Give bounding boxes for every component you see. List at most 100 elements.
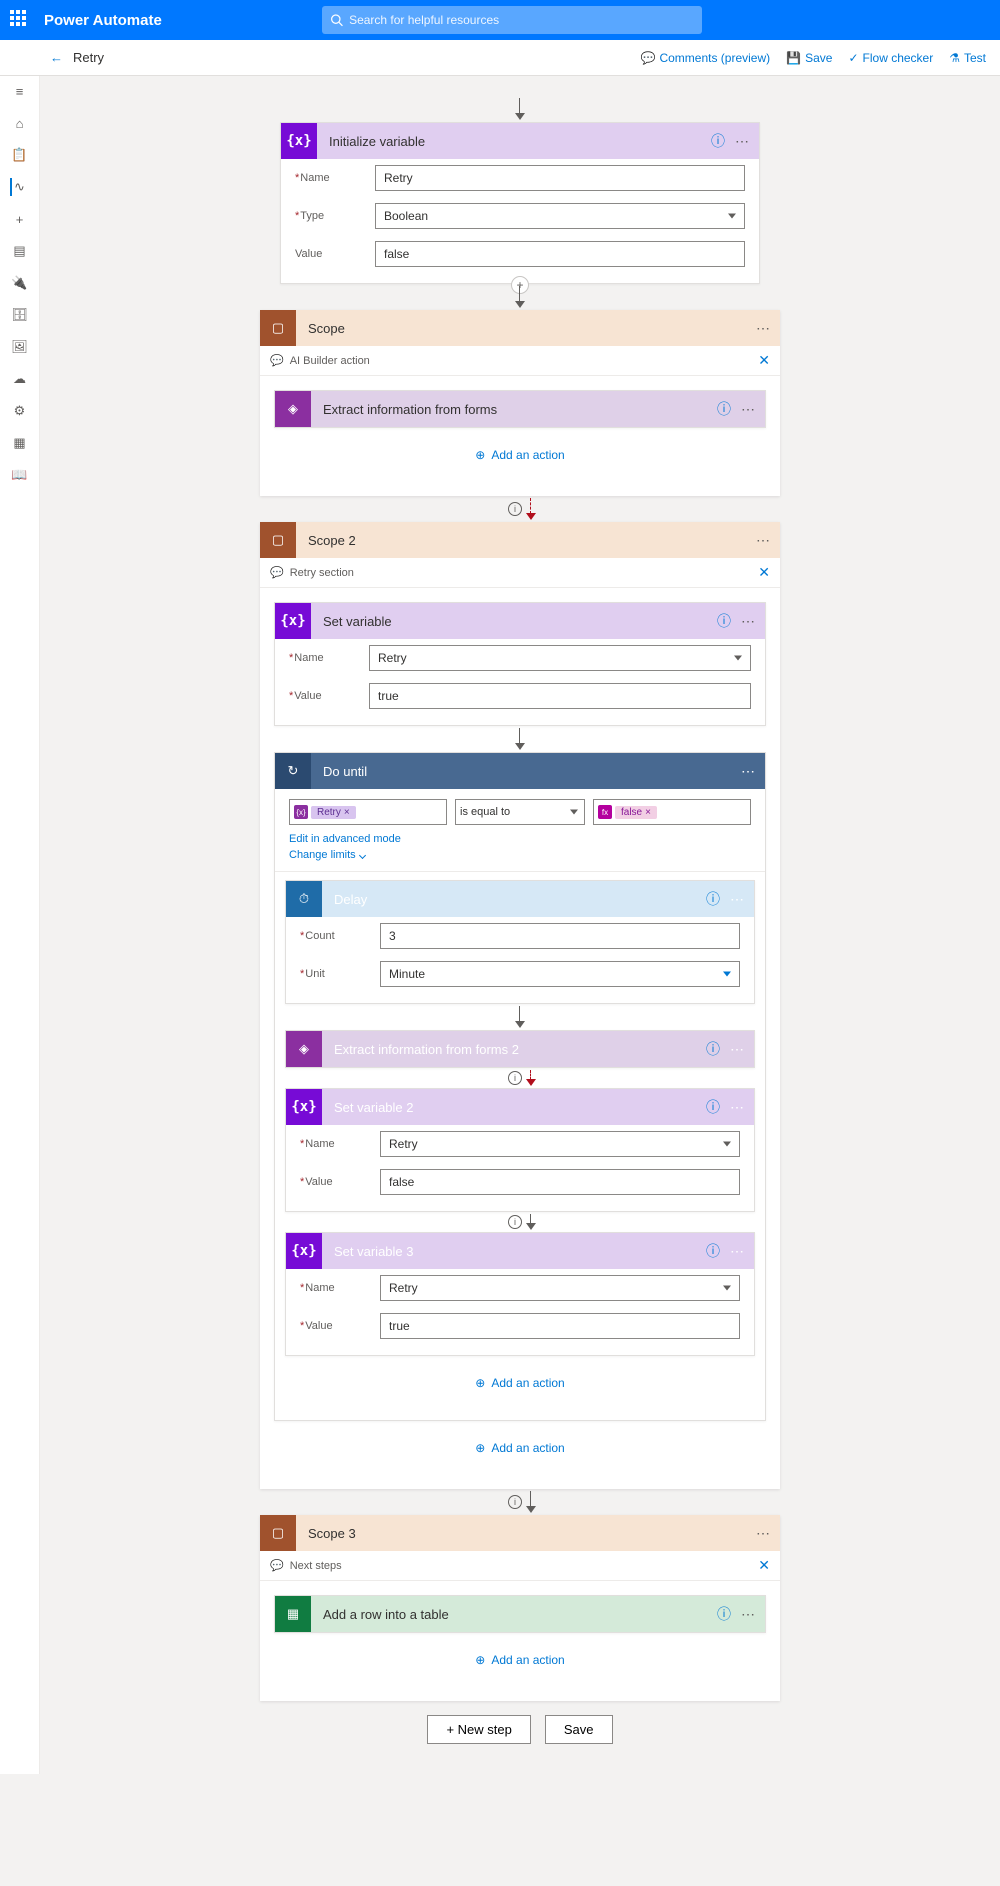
home-icon[interactable]: ⌂ bbox=[11, 114, 29, 132]
help-icon[interactable]: ⓘ bbox=[717, 1604, 731, 1624]
variable-icon: {x} bbox=[286, 1233, 322, 1269]
flow-title: Retry bbox=[73, 50, 104, 65]
extract-forms-2-card[interactable]: ◈ Extract information from forms 2 ⓘ ⋯ bbox=[285, 1030, 755, 1068]
monitor-icon[interactable]: 🖼 bbox=[11, 338, 29, 356]
help-icon[interactable]: ⓘ bbox=[717, 399, 731, 419]
more-icon[interactable]: ⋯ bbox=[756, 532, 770, 549]
back-button[interactable]: ← bbox=[50, 50, 63, 65]
add-action-button[interactable]: ⊕Add an action bbox=[475, 1356, 564, 1410]
flow-checker-button[interactable]: ✓Flow checker bbox=[848, 51, 933, 65]
more-icon[interactable]: ⋯ bbox=[756, 1525, 770, 1542]
remove-token-icon[interactable]: × bbox=[344, 807, 350, 818]
value-input[interactable]: true bbox=[369, 683, 751, 709]
scope-3-card[interactable]: ▢ Scope 3 ⋯ 💬Next steps ✕ ▦ Add a row in… bbox=[260, 1515, 780, 1701]
edit-advanced-link[interactable]: Edit in advanced mode bbox=[275, 831, 765, 847]
type-select[interactable]: Boolean bbox=[375, 203, 745, 229]
add-action-button[interactable]: ⊕Add an action bbox=[475, 1633, 564, 1687]
left-rail: ≡ ⌂ 📋 ∿ + ▤ 🔌 🗄 🖼 ☁ ⚙ ▦ 📖 bbox=[0, 76, 40, 1774]
more-icon[interactable]: ⋯ bbox=[730, 891, 744, 908]
create-icon[interactable]: + bbox=[11, 210, 29, 228]
help-icon[interactable]: ⓘ bbox=[706, 889, 720, 909]
remove-token-icon[interactable]: × bbox=[645, 807, 651, 818]
scope-card[interactable]: ▢ Scope ⋯ 💬AI Builder action ✕ ◈ Extract… bbox=[260, 310, 780, 496]
loop-icon: ↻ bbox=[275, 753, 311, 789]
help-icon[interactable]: ⓘ bbox=[706, 1039, 720, 1059]
right-operand-input[interactable]: fx false× bbox=[593, 799, 751, 825]
save-flow-button[interactable]: Save bbox=[545, 1715, 613, 1744]
help-icon[interactable]: ⓘ bbox=[717, 611, 731, 631]
close-comment-icon[interactable]: ✕ bbox=[758, 352, 770, 369]
info-icon[interactable]: i bbox=[508, 1215, 522, 1229]
value-input[interactable]: false bbox=[380, 1169, 740, 1195]
save-button[interactable]: 💾Save bbox=[786, 51, 832, 65]
extract-forms-card[interactable]: ◈ Extract information from forms ⓘ ⋯ bbox=[274, 390, 766, 428]
test-button[interactable]: ⚗Test bbox=[949, 51, 986, 65]
process-icon[interactable]: ⚙ bbox=[11, 402, 29, 420]
items-icon[interactable]: 📋 bbox=[11, 146, 29, 164]
value-input[interactable]: false bbox=[375, 241, 745, 267]
variable-icon: {x} bbox=[275, 603, 311, 639]
learn-icon[interactable]: 📖 bbox=[11, 466, 29, 484]
search-input[interactable] bbox=[349, 13, 694, 27]
do-until-card[interactable]: ↻ Do until ⋯ {x} Retry× is equal to fx f… bbox=[274, 752, 766, 1421]
operator-select[interactable]: is equal to bbox=[455, 799, 585, 825]
scope-icon: ▢ bbox=[260, 522, 296, 558]
name-select[interactable]: Retry bbox=[380, 1131, 740, 1157]
add-row-table-card[interactable]: ▦ Add a row into a table ⓘ ⋯ bbox=[274, 1595, 766, 1633]
scope-comment: 💬AI Builder action ✕ bbox=[260, 346, 780, 376]
change-limits-link[interactable]: Change limits bbox=[275, 847, 765, 863]
left-operand-input[interactable]: {x} Retry× bbox=[289, 799, 447, 825]
set-variable-3-card[interactable]: {x} Set variable 3 ⓘ ⋯ *NameRetry *Value… bbox=[285, 1232, 755, 1356]
data-icon[interactable]: 🗄 bbox=[11, 306, 29, 324]
more-icon[interactable]: ⋯ bbox=[756, 320, 770, 337]
new-step-button[interactable]: + New step bbox=[427, 1715, 530, 1744]
search-box[interactable] bbox=[322, 6, 702, 34]
arrow-icon bbox=[530, 1214, 532, 1230]
add-action-button[interactable]: ⊕Add an action bbox=[475, 1421, 564, 1475]
more-icon[interactable]: ⋯ bbox=[741, 401, 755, 418]
card-title: Initialize variable bbox=[329, 134, 701, 149]
help-icon[interactable]: ⓘ bbox=[706, 1241, 720, 1261]
info-icon[interactable]: i bbox=[508, 1071, 522, 1085]
excel-icon: ▦ bbox=[275, 1596, 311, 1632]
variable-icon: {x} bbox=[286, 1089, 322, 1125]
arrow-icon bbox=[519, 98, 521, 120]
ai-icon[interactable]: ☁ bbox=[11, 370, 29, 388]
info-icon[interactable]: i bbox=[508, 1495, 522, 1509]
waffle-icon[interactable] bbox=[10, 10, 30, 30]
connectors-icon[interactable]: 🔌 bbox=[11, 274, 29, 292]
name-input[interactable]: Retry bbox=[375, 165, 745, 191]
more-icon[interactable]: ⋯ bbox=[730, 1243, 744, 1260]
more-icon[interactable]: ⋯ bbox=[741, 1606, 755, 1623]
hamburger-icon[interactable]: ≡ bbox=[11, 82, 29, 100]
top-bar: Power Automate bbox=[0, 0, 1000, 40]
value-input[interactable]: true bbox=[380, 1313, 740, 1339]
name-select[interactable]: Retry bbox=[380, 1275, 740, 1301]
add-action-button[interactable]: ⊕Add an action bbox=[475, 428, 564, 482]
arrow-icon bbox=[519, 286, 521, 308]
more-icon[interactable]: ⋯ bbox=[735, 133, 749, 150]
initialize-variable-card[interactable]: {x} Initialize variable ⓘ ⋯ *NameRetry *… bbox=[280, 122, 760, 284]
info-icon[interactable]: i bbox=[508, 502, 522, 516]
set-variable-card[interactable]: {x} Set variable ⓘ ⋯ *NameRetry *Valuetr… bbox=[274, 602, 766, 726]
arrow-icon bbox=[519, 1006, 521, 1028]
solutions-icon[interactable]: ▦ bbox=[11, 434, 29, 452]
scope-2-card[interactable]: ▢ Scope 2 ⋯ 💬Retry section ✕ {x} Set var… bbox=[260, 522, 780, 1489]
name-select[interactable]: Retry bbox=[369, 645, 751, 671]
count-input[interactable]: 3 bbox=[380, 923, 740, 949]
card-title: Set variable bbox=[323, 614, 707, 629]
templates-icon[interactable]: ▤ bbox=[11, 242, 29, 260]
flows-icon[interactable]: ∿ bbox=[10, 178, 28, 196]
set-variable-2-card[interactable]: {x} Set variable 2 ⓘ ⋯ *NameRetry *Value… bbox=[285, 1088, 755, 1212]
more-icon[interactable]: ⋯ bbox=[730, 1099, 744, 1116]
more-icon[interactable]: ⋯ bbox=[730, 1041, 744, 1058]
close-comment-icon[interactable]: ✕ bbox=[758, 1557, 770, 1574]
help-icon[interactable]: ⓘ bbox=[706, 1097, 720, 1117]
delay-card[interactable]: ⏱ Delay ⓘ ⋯ *Count3 *UnitMinute bbox=[285, 880, 755, 1004]
unit-select[interactable]: Minute bbox=[380, 961, 740, 987]
comments-button[interactable]: 💬Comments (preview) bbox=[641, 51, 771, 65]
more-icon[interactable]: ⋯ bbox=[741, 613, 755, 630]
help-icon[interactable]: ⓘ bbox=[711, 131, 725, 151]
close-comment-icon[interactable]: ✕ bbox=[758, 564, 770, 581]
more-icon[interactable]: ⋯ bbox=[741, 763, 755, 780]
